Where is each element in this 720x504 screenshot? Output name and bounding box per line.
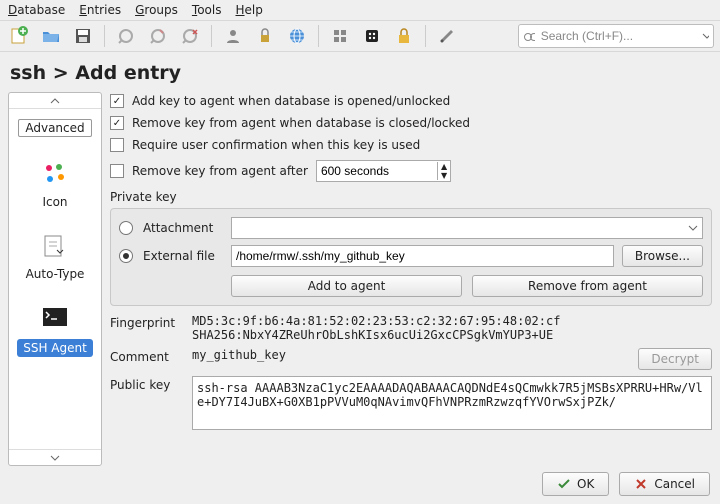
palette-icon bbox=[38, 157, 72, 191]
checkbox-remove-key[interactable] bbox=[110, 116, 124, 130]
remove-after-input[interactable] bbox=[317, 161, 437, 181]
lock-button[interactable] bbox=[391, 23, 417, 49]
spin-down[interactable]: ▼ bbox=[438, 171, 450, 180]
menu-database[interactable]: Database bbox=[8, 3, 65, 17]
tab-label: SSH Agent bbox=[17, 339, 93, 357]
new-entry-button[interactable] bbox=[113, 23, 139, 49]
fingerprint-value: MD5:3c:9f:b6:4a:81:52:02:23:53:c2:32:67:… bbox=[192, 314, 712, 342]
dialog-footer: OK Cancel bbox=[0, 466, 720, 502]
publickey-textarea[interactable]: ssh-rsa AAAAB3NzaC1yc2EAAAADAQABAAACAQDN… bbox=[192, 376, 712, 430]
chevron-down-icon bbox=[50, 454, 60, 462]
content-pane: Add key to agent when database is opened… bbox=[110, 92, 712, 466]
comment-label: Comment bbox=[110, 348, 182, 364]
search-box[interactable] bbox=[518, 24, 714, 48]
remove-after-spinbox[interactable]: ▲▼ bbox=[316, 160, 451, 182]
new-db-button[interactable] bbox=[6, 23, 32, 49]
search-input[interactable] bbox=[539, 28, 698, 44]
dice-button[interactable] bbox=[359, 23, 385, 49]
menubar: Database Entries Groups Tools Help bbox=[0, 0, 720, 20]
copy-password-button[interactable] bbox=[252, 23, 278, 49]
breadcrumb: ssh > Add entry bbox=[0, 52, 720, 88]
terminal-icon bbox=[38, 301, 72, 335]
label-remove-key: Remove key from agent when database is c… bbox=[132, 116, 470, 130]
binoculars-icon bbox=[523, 28, 535, 44]
chevron-up-icon bbox=[50, 97, 60, 105]
save-db-button[interactable] bbox=[70, 23, 96, 49]
external-file-input[interactable] bbox=[231, 245, 614, 267]
toolbar bbox=[0, 20, 720, 52]
radio-external[interactable] bbox=[119, 249, 133, 263]
publickey-label: Public key bbox=[110, 376, 182, 392]
tab-autotype[interactable]: Auto-Type bbox=[9, 219, 101, 291]
label-attachment: Attachment bbox=[143, 221, 223, 235]
check-icon bbox=[557, 477, 571, 491]
menu-groups[interactable]: Groups bbox=[135, 3, 178, 17]
sidebar: Advanced Icon Auto-Type SSH Agent bbox=[8, 92, 102, 466]
label-remove-after: Remove key from agent after bbox=[132, 164, 308, 178]
tab-ssh-agent[interactable]: SSH Agent bbox=[9, 291, 101, 367]
cancel-button[interactable]: Cancel bbox=[619, 472, 710, 496]
label-add-key: Add key to agent when database is opened… bbox=[132, 94, 450, 108]
close-icon bbox=[634, 477, 648, 491]
menu-entries[interactable]: Entries bbox=[79, 3, 121, 17]
attachment-combo[interactable] bbox=[231, 217, 703, 239]
label-require-confirm: Require user confirmation when this key … bbox=[132, 138, 420, 152]
tab-label: Advanced bbox=[18, 119, 91, 137]
tab-label: Auto-Type bbox=[26, 267, 85, 281]
copy-username-button[interactable] bbox=[220, 23, 246, 49]
copy-url-button[interactable] bbox=[284, 23, 310, 49]
sidebar-scroll-up[interactable] bbox=[9, 93, 101, 109]
tab-label: Icon bbox=[42, 195, 67, 209]
private-key-group: Attachment External file Browse... Add t… bbox=[110, 208, 712, 306]
autotype-icon bbox=[38, 229, 72, 263]
radio-attachment[interactable] bbox=[119, 221, 133, 235]
decrypt-button: Decrypt bbox=[638, 348, 712, 370]
delete-entry-button[interactable] bbox=[177, 23, 203, 49]
menu-tools[interactable]: Tools bbox=[192, 3, 222, 17]
sidebar-scroll-down[interactable] bbox=[9, 449, 101, 465]
private-key-label: Private key bbox=[110, 190, 712, 204]
checkbox-require-confirm[interactable] bbox=[110, 138, 124, 152]
chevron-down-icon[interactable] bbox=[702, 31, 709, 41]
remove-from-agent-button[interactable]: Remove from agent bbox=[472, 275, 703, 297]
chevron-down-icon bbox=[688, 223, 698, 233]
browse-button[interactable]: Browse... bbox=[622, 245, 703, 267]
open-db-button[interactable] bbox=[38, 23, 64, 49]
ok-button[interactable]: OK bbox=[542, 472, 609, 496]
checkbox-remove-after[interactable] bbox=[110, 164, 124, 178]
fingerprint-label: Fingerprint bbox=[110, 314, 182, 330]
menu-help[interactable]: Help bbox=[235, 3, 262, 17]
generator-button[interactable] bbox=[327, 23, 353, 49]
checkbox-add-key[interactable] bbox=[110, 94, 124, 108]
edit-entry-button[interactable] bbox=[145, 23, 171, 49]
settings-button[interactable] bbox=[434, 23, 460, 49]
comment-value: my_github_key bbox=[192, 348, 628, 362]
tab-advanced[interactable]: Advanced bbox=[9, 109, 101, 147]
label-external: External file bbox=[143, 249, 223, 263]
tab-icon[interactable]: Icon bbox=[9, 147, 101, 219]
spin-up[interactable]: ▲ bbox=[438, 162, 450, 171]
add-to-agent-button[interactable]: Add to agent bbox=[231, 275, 462, 297]
